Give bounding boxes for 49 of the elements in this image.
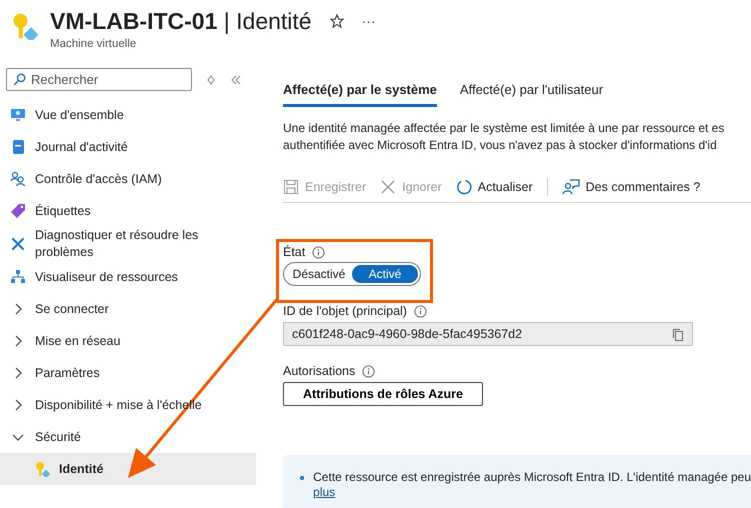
sidebar-item[interactable]: Paramètres (0, 357, 256, 389)
sidebar-item[interactable]: Mise en réseau (0, 325, 256, 357)
search-field[interactable]: Rechercher (6, 68, 192, 91)
save-icon (283, 179, 299, 195)
star-icon[interactable] (330, 14, 344, 28)
status-toggle[interactable]: Désactivé Activé (283, 262, 421, 286)
sidebar-item[interactable]: Diagnostiquer et résoudre les problèmes (0, 227, 256, 261)
hierarchy-icon (10, 269, 26, 285)
sidebar-item[interactable]: Vue d'ensemble (0, 99, 256, 131)
copy-icon[interactable] (672, 328, 684, 340)
page-subtitle: Machine virtuelle (50, 38, 138, 50)
sidebar-item[interactable]: Se connecter (0, 293, 256, 325)
monitor-icon (10, 107, 26, 123)
collapse-icon[interactable] (230, 74, 242, 86)
role-assignments-button[interactable]: Attributions de rôles Azure (283, 382, 483, 406)
toggle-option[interactable]: Activé (352, 265, 418, 283)
info-icon[interactable] (362, 364, 376, 378)
object-id-field[interactable]: c601f248-0ac9-4960-98de-5fac495367d2 (283, 322, 693, 346)
more-button[interactable]: ··· (362, 13, 376, 29)
sidebar-item[interactable]: Identité (0, 453, 256, 485)
book-icon (10, 139, 26, 155)
sidebar-item[interactable]: Journal d'activité (0, 131, 256, 163)
toggle-option[interactable]: Désactivé (286, 265, 352, 283)
field-label: Autorisations (283, 364, 356, 378)
tab[interactable]: Affecté(e) par le système (283, 76, 437, 107)
toolbar-button[interactable]: Actualiser (456, 179, 533, 195)
toolbar-button[interactable]: Des commentaires ? (562, 179, 700, 195)
refresh-icon (456, 179, 472, 195)
key-icon (34, 461, 50, 477)
field-label: État (283, 245, 306, 259)
field-label: ID de l'objet (principal) (283, 304, 407, 318)
sidebar-item[interactable]: Étiquettes (0, 195, 256, 227)
more-link[interactable]: plus (313, 485, 336, 500)
sidebar-item[interactable]: Visualiseur de ressources (0, 261, 256, 293)
info-icon[interactable] (312, 246, 326, 258)
tag-icon (10, 203, 26, 219)
info-icon[interactable] (414, 304, 427, 318)
feedback-icon (562, 179, 580, 195)
sort-icon[interactable] (206, 74, 216, 84)
wrench-icon (10, 236, 26, 252)
info-text: Cette ressource est enregistrée auprès Microsoft Entra ID. L'identité managée peu (313, 470, 751, 485)
people-icon (10, 171, 26, 187)
page-title: VM-LAB-ITC-01 | Identité (50, 7, 312, 36)
description-text: Une identité managée affectée par le système est limitée à une par ressource et es authentifiée avec Microsoft Entra ID, vous n'avez pas à stocker d'informations d'id (283, 120, 726, 154)
sidebar-item[interactable]: Contrôle d'accès (IAM) (0, 163, 256, 195)
close-icon (380, 179, 396, 195)
sidebar-item[interactable]: Sécurité (0, 421, 256, 453)
search-icon (13, 73, 26, 86)
tab[interactable]: Affecté(e) par l'utilisateur (460, 76, 604, 107)
